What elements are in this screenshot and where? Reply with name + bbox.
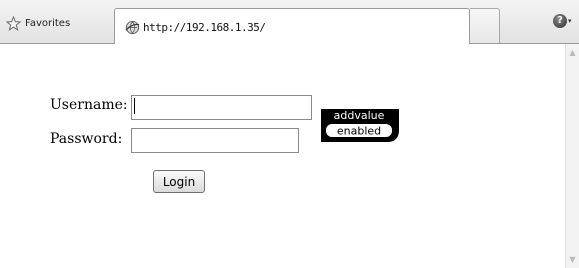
ie-page-icon bbox=[125, 20, 140, 35]
username-input[interactable] bbox=[131, 95, 312, 120]
favorites-button[interactable]: Favorites bbox=[6, 14, 70, 32]
password-input[interactable] bbox=[131, 128, 299, 153]
help-button[interactable]: ? ▾ bbox=[553, 14, 572, 28]
browser-toolbar: Favorites http://192.168.1.35/ ? ▾ bbox=[0, 0, 579, 44]
tab-title: http://192.168.1.35/ bbox=[143, 21, 266, 34]
page-content: Username: Password: Login addvalue enabl… bbox=[0, 44, 565, 268]
addvalue-enabled-logo: addvalue enabled bbox=[321, 109, 399, 142]
login-button[interactable]: Login bbox=[153, 170, 205, 193]
star-icon bbox=[6, 15, 21, 31]
password-label: Password: bbox=[50, 131, 123, 147]
scroll-up-icon[interactable]: ▲ bbox=[568, 48, 577, 57]
vertical-scrollbar[interactable]: ▲ ▼ bbox=[565, 44, 579, 268]
username-label: Username: bbox=[50, 97, 128, 113]
new-tab-button[interactable] bbox=[470, 8, 500, 43]
svg-text:enabled: enabled bbox=[337, 125, 381, 138]
help-icon: ? bbox=[553, 14, 567, 28]
favorites-label: Favorites bbox=[25, 17, 71, 29]
chevron-down-icon: ▾ bbox=[568, 17, 572, 25]
text-cursor bbox=[134, 98, 135, 114]
svg-text:addvalue: addvalue bbox=[334, 109, 385, 122]
scroll-down-icon[interactable]: ▼ bbox=[568, 255, 577, 264]
browser-tab[interactable]: http://192.168.1.35/ bbox=[114, 8, 470, 44]
